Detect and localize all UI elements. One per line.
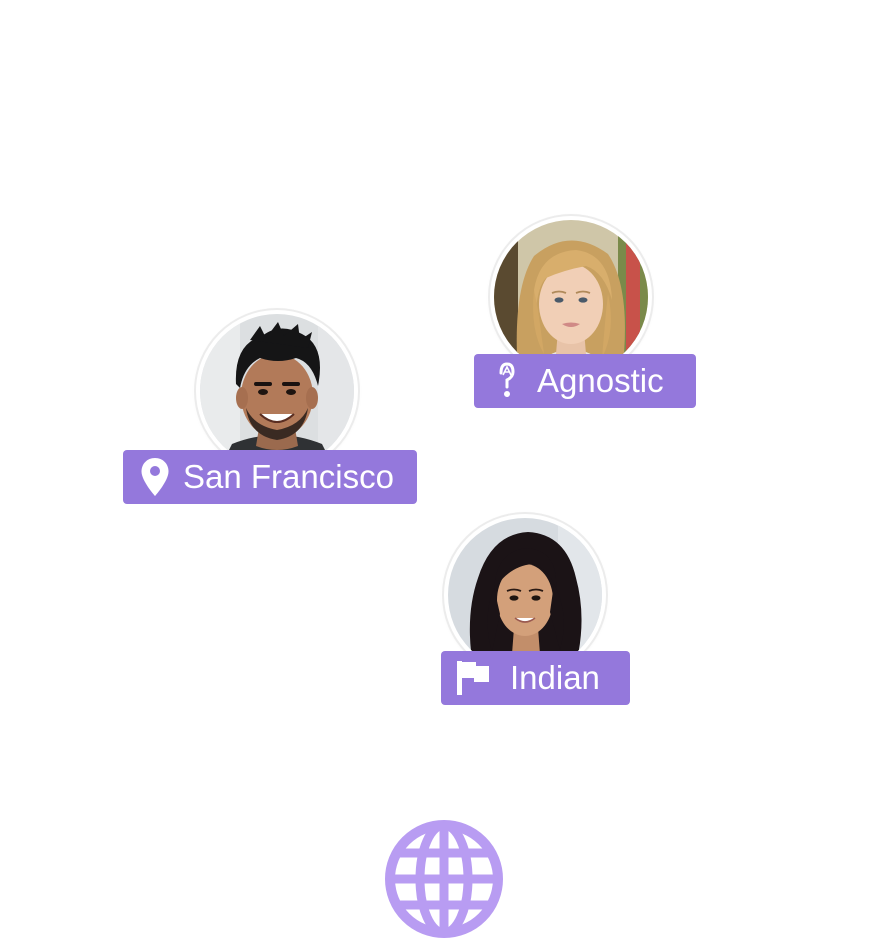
agnostic-symbol-icon <box>494 361 520 401</box>
avatar <box>196 310 358 472</box>
dark-haired-woman-portrait-photo <box>448 518 602 672</box>
globe-icon <box>384 819 504 939</box>
location-pin-icon <box>139 457 171 497</box>
religion-tag: Agnostic <box>474 354 696 408</box>
man-portrait-photo <box>200 314 354 468</box>
nationality-tag: Indian <box>441 651 630 705</box>
nationality-tag-label: Indian <box>510 659 600 696</box>
religion-tag-label: Agnostic <box>537 362 664 399</box>
flag-icon <box>456 658 490 698</box>
location-tag-label: San Francisco <box>183 458 394 495</box>
location-tag: San Francisco <box>123 450 417 504</box>
blonde-woman-portrait-photo <box>494 220 648 374</box>
